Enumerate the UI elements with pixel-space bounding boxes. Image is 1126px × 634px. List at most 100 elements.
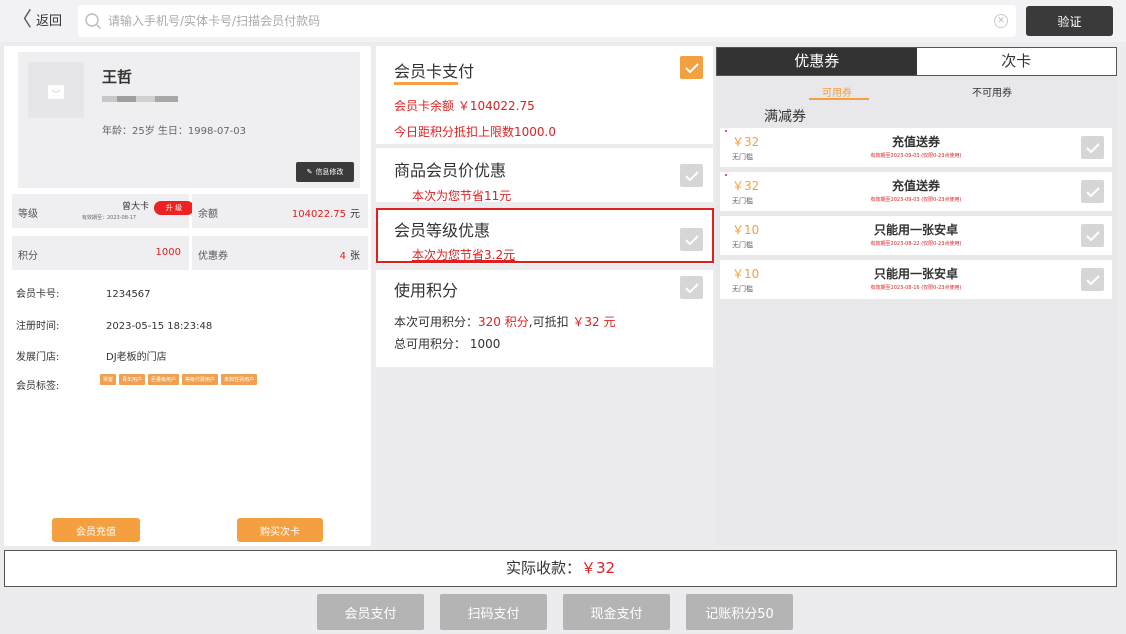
card-pay-title: 会员卡支付 [394, 62, 475, 81]
points-usable: 320 积分 [478, 315, 529, 329]
check-icon [1085, 230, 1100, 241]
actual-payment-bar: 实际收款：￥32 [4, 550, 1117, 587]
check-icon [684, 282, 699, 293]
register-time: 2023-05-15 18:23:48 [106, 321, 213, 332]
upgrade-button[interactable]: 升 级 [154, 201, 194, 215]
member-tag: 等级付费用户 [182, 374, 219, 385]
member-pay-button[interactable]: 会员支付 [317, 594, 424, 630]
register-time-label: 注册时间: [16, 321, 60, 332]
card-pay-block[interactable]: 会员卡支付 会员卡余额 ￥104022.75 今日距积分抵扣上限数1000.0 [376, 46, 713, 144]
member-age-birthday: 年龄：25岁 生日：1998-07-03 [102, 126, 247, 137]
subtab-unavailable[interactable]: 不可用券 [972, 84, 1012, 99]
points-value: 1000 [155, 247, 181, 258]
check-icon [1085, 142, 1100, 153]
credit-points-button[interactable]: 记账积分50 [686, 594, 793, 630]
card-balance-text: 会员卡余额 ￥104022.75 [394, 99, 535, 113]
coupon-validity: 有效期至2023-09-03 (仅限0-23点使用) [870, 197, 962, 203]
member-tag: 巨量级用户 [148, 374, 180, 385]
coupon-panel: 优惠券 次卡 可用券 不可用券 满减券 ￥32 无门槛 充值送券 有效期至202… [716, 47, 1117, 545]
level-expiry: 有效期至：2023-08-17 [82, 215, 137, 221]
level-cell: 等级 曾大卡 有效期至：2023-08-17 升 级 [12, 194, 194, 228]
total-value: ￥32 [580, 559, 616, 577]
balance-label: 余额 [198, 209, 218, 220]
coupon-name: 充值送券 [891, 179, 940, 193]
search-input[interactable] [108, 5, 988, 37]
check-icon [1085, 274, 1100, 285]
level-label: 等级 [18, 209, 38, 220]
coupon-item[interactable]: ￥10 无门槛 只能用一张安卓 有效期至2023-08-22 (仅限0-23点使… [720, 216, 1112, 255]
price-discount-title: 商品会员价优惠 [394, 161, 507, 180]
highlight-box [376, 208, 714, 263]
coupon-name: 只能用一张安卓 [873, 223, 958, 237]
balance-value: 104022.75 [291, 209, 346, 220]
balance-value-wrap: 104022.75 元 [292, 205, 360, 220]
coupon-checkbox[interactable] [1081, 180, 1104, 203]
use-points-checkbox[interactable] [680, 276, 703, 299]
card-number: 1234567 [106, 289, 151, 300]
price-discount-save: 本次为您节省11元 [412, 189, 512, 203]
use-points-block[interactable]: 使用积分 本次可用积分：320 积分,可抵扣 ￥32 元 总可用积分： 1000 [376, 270, 713, 367]
top-bar: 〈 返回 ✕ 验证 [0, 0, 1126, 42]
price-discount-block[interactable]: 商品会员价优惠 本次为您节省11元 [376, 148, 713, 203]
coupon-item[interactable]: ￥32 无门槛 充值送券 有效期至2023-09-03 (仅限0-23点使用) [720, 128, 1112, 167]
scan-pay-button[interactable]: 扫码支付 [440, 594, 547, 630]
points-limit-text: 今日距积分抵扣上限数1000.0 [394, 125, 556, 139]
tab-cards[interactable]: 次卡 [916, 48, 1116, 75]
search-icon [85, 13, 101, 29]
points-label: 积分 [18, 251, 38, 262]
buy-card-button[interactable]: 购买次卡 [237, 518, 323, 542]
points-total: 总可用积分： 1000 [394, 337, 501, 351]
clear-icon[interactable]: ✕ [994, 14, 1008, 28]
coupon-dot [725, 130, 727, 132]
coupon-checkbox[interactable] [1081, 268, 1104, 291]
use-points-title: 使用积分 [394, 281, 459, 300]
cash-pay-button[interactable]: 现金支付 [563, 594, 670, 630]
avatar [28, 62, 84, 118]
card-number-row: 会员卡号: 1234567 [16, 285, 151, 300]
card-pay-checkbox[interactable] [680, 56, 703, 79]
coupon-validity: 有效期至2023-08-16 (仅限0-23点使用) [870, 285, 962, 291]
points-usable-line: 本次可用积分：320 积分,可抵扣 ￥32 元 [394, 313, 616, 330]
coupon-tabs: 优惠券 次卡 [716, 47, 1117, 76]
coupon-type-label: 满减券 [764, 109, 806, 125]
points-deduct-prefix: ,可抵扣 [528, 315, 569, 329]
member-tags: 常客 青年用户 巨量级用户 等级付费用户 未知性别用户 [100, 374, 258, 385]
points-usable-prefix: 本次可用积分： [394, 315, 479, 329]
subtab-underline [809, 98, 869, 100]
subtab-available[interactable]: 可用券 [822, 84, 852, 99]
edit-info-button[interactable]: ✎ 信息修改 [296, 162, 354, 182]
member-tag: 常客 [100, 374, 117, 385]
register-time-row: 注册时间: 2023-05-15 18:23:48 [16, 317, 212, 332]
coupon-checkbox[interactable] [1081, 224, 1104, 247]
level-name: 曾大卡 [122, 202, 150, 212]
coupon-item[interactable]: ￥10 无门槛 只能用一张安卓 有效期至2023-08-16 (仅限0-23点使… [720, 260, 1112, 299]
check-icon [684, 62, 699, 73]
card-number-label: 会员卡号: [16, 289, 60, 300]
member-tag: 未知性别用户 [221, 374, 258, 385]
coupons-cell: 优惠券 4张 [192, 236, 368, 270]
coupon-name: 只能用一张安卓 [873, 267, 958, 281]
member-panel: 王哲 年龄：25岁 生日：1998-07-03 ✎ 信息修改 等级 曾大卡 有效… [4, 46, 371, 546]
edit-icon: ✎ [306, 168, 313, 176]
points-cell: 积分 1000 [12, 236, 189, 270]
coupon-checkbox[interactable] [1081, 136, 1104, 159]
balance-cell: 余额 104022.75 元 [192, 194, 368, 228]
verify-button[interactable]: 验证 [1026, 6, 1113, 36]
recharge-button[interactable]: 会员充值 [52, 518, 140, 542]
price-discount-checkbox[interactable] [680, 164, 703, 187]
store-label: 发展门店: [16, 352, 60, 363]
coupon-validity: 有效期至2023-09-03 (仅限0-23点使用) [870, 153, 962, 159]
balance-unit: 元 [350, 209, 360, 220]
back-button[interactable]: 〈 返回 [12, 9, 62, 29]
points-deduct: ￥32 元 [572, 315, 616, 329]
total-label: 实际收款： [505, 559, 581, 577]
check-icon [684, 170, 699, 181]
search-box: ✕ [78, 5, 1016, 37]
coupon-item[interactable]: ￥32 无门槛 充值送券 有效期至2023-09-03 (仅限0-23点使用) [720, 172, 1112, 211]
coupon-name: 充值送券 [891, 135, 940, 149]
member-profile-card: 王哲 年龄：25岁 生日：1998-07-03 ✎ 信息修改 [18, 52, 360, 188]
tab-coupons[interactable]: 优惠券 [717, 48, 917, 75]
card-balance: 会员卡余额 ￥104022.75 [394, 97, 535, 114]
shopping-bag-icon [48, 85, 64, 99]
chevron-left-icon: 〈 [12, 7, 32, 31]
